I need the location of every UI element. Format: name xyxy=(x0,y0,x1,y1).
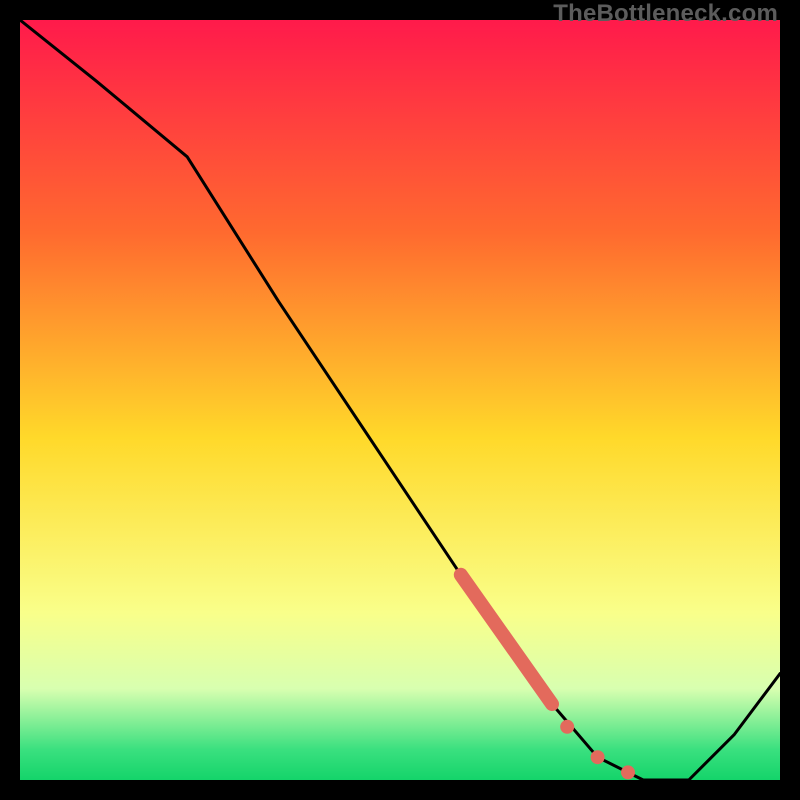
chart-svg xyxy=(20,20,780,780)
plot-area xyxy=(20,20,780,780)
data-dot xyxy=(591,750,605,764)
data-dot xyxy=(621,765,635,779)
data-dot xyxy=(560,720,574,734)
chart-frame: TheBottleneck.com xyxy=(0,0,800,800)
gradient-background xyxy=(20,20,780,780)
